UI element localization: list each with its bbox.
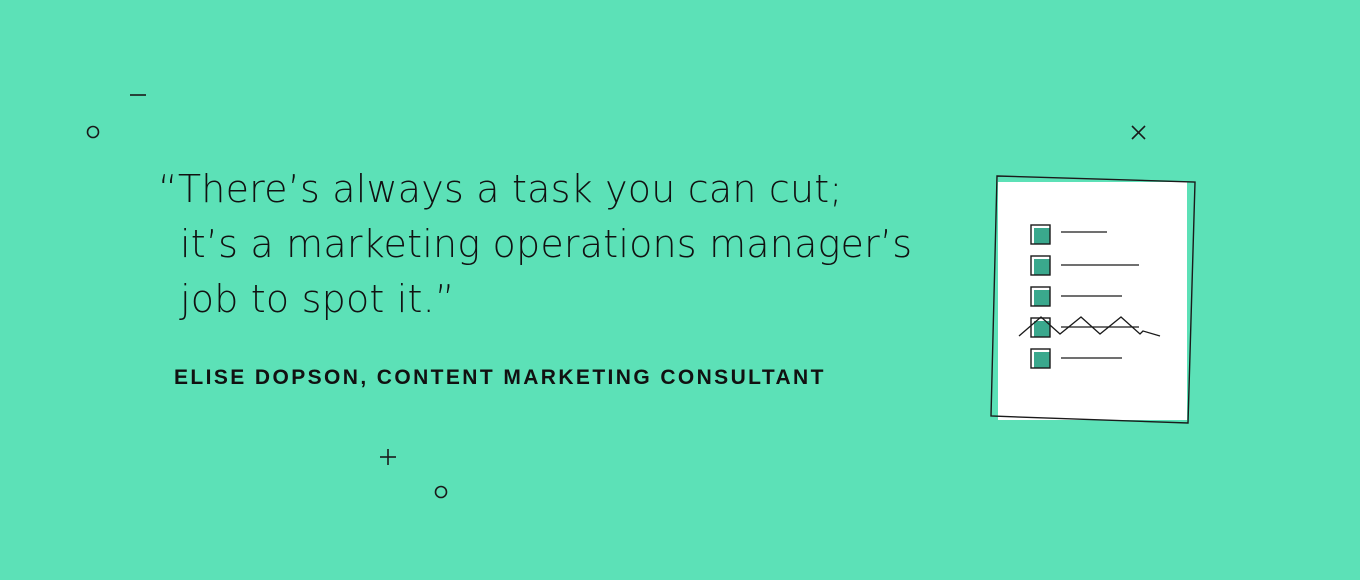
circle-decoration-icon bbox=[434, 485, 448, 499]
cross-decoration-icon bbox=[1131, 125, 1146, 140]
quote-card: “There’s always a task you can cut; it’s… bbox=[0, 0, 1360, 580]
plus-decoration-icon bbox=[380, 449, 396, 465]
quote-attribution: ELISE DOPSON, CONTENT MARKETING CONSULTA… bbox=[174, 366, 826, 389]
circle-decoration-icon bbox=[86, 125, 100, 139]
quote-text: “There’s always a task you can cut; it’s… bbox=[158, 162, 918, 327]
quote-line-2: it’s a marketing operations manager’s bbox=[180, 222, 913, 266]
quote-line-3: job to spot it.” bbox=[180, 277, 455, 321]
quote-line-1: “There’s always a task you can cut; bbox=[158, 167, 843, 211]
checklist-icon bbox=[990, 175, 1196, 424]
